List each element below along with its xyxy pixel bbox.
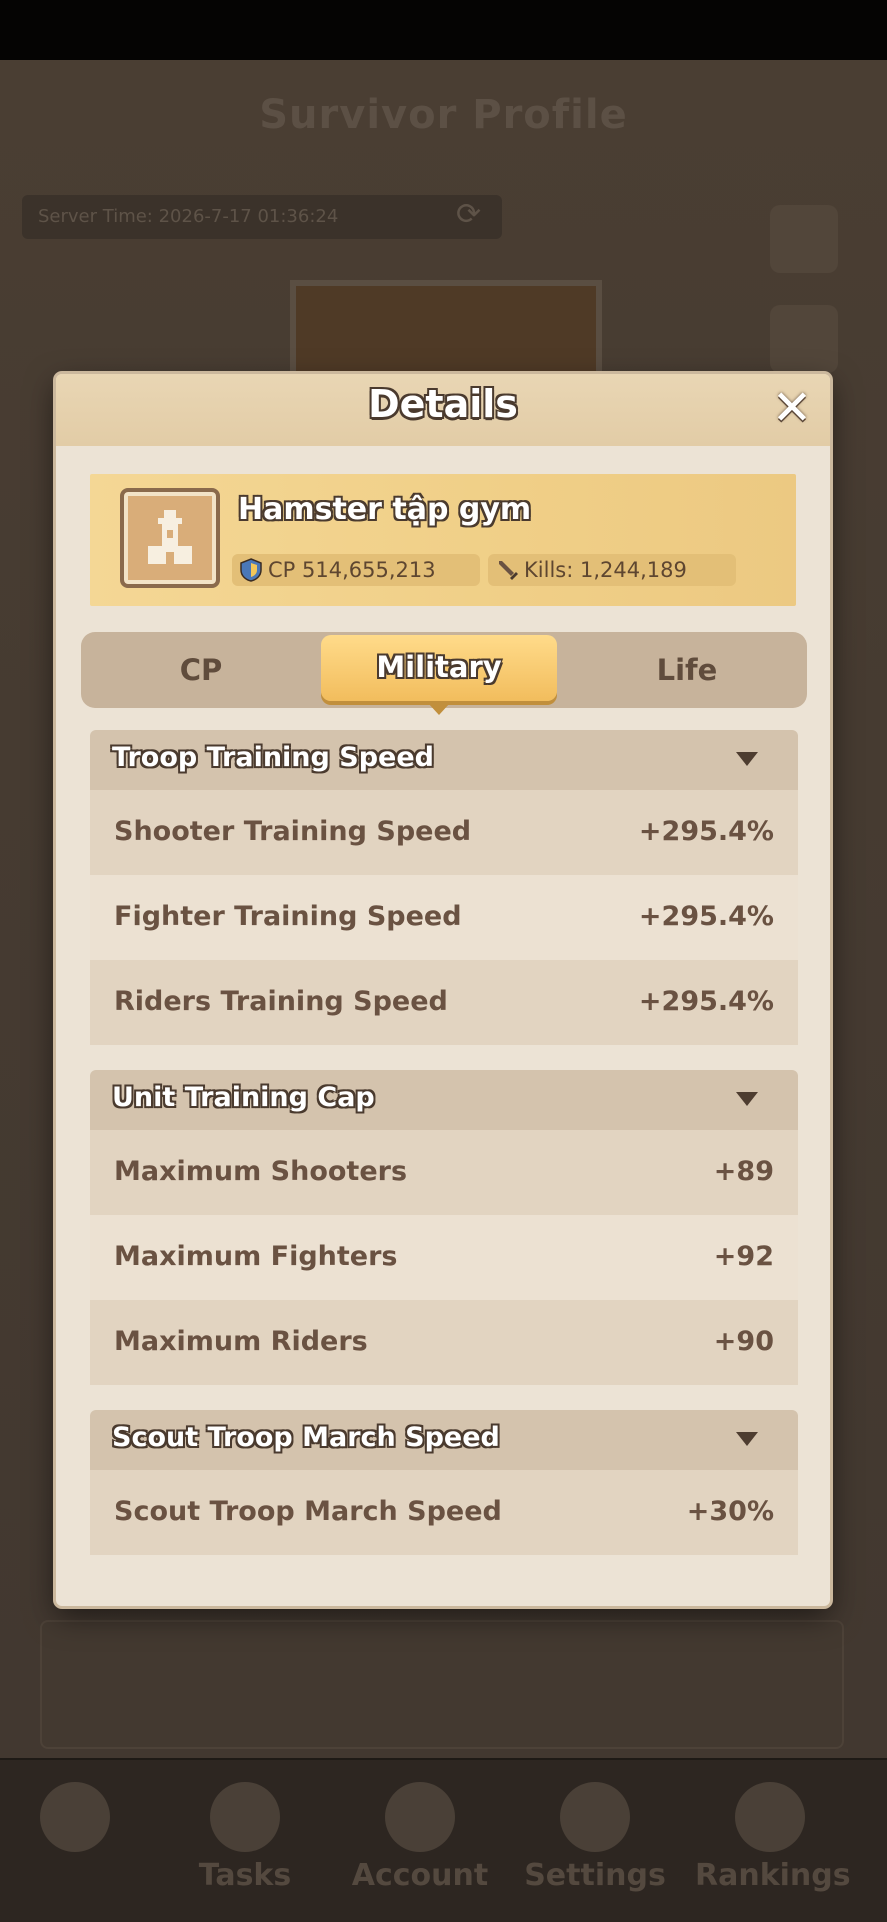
stat-label: Scout Troop March Speed [114,1496,502,1527]
nav-label: Tasks [198,1858,292,1893]
background-frame [290,280,602,376]
cp-value: CP 514,655,213 [268,558,436,582]
nav-settings: Settings [520,1772,670,1893]
chevron-down-icon [736,1432,758,1446]
dialog-header: Details ✕ [56,374,830,446]
section-title: Scout Troop March Speed [112,1422,500,1453]
stat-label: Maximum Shooters [114,1156,408,1187]
stat-label: Fighter Training Speed [114,901,462,932]
sword-icon [499,561,518,580]
nav-rankings: Rankings [695,1772,851,1893]
stat-row: Maximum Shooters +89 [90,1130,798,1215]
stat-label: Riders Training Speed [114,986,448,1017]
rankings-icon [735,1782,805,1852]
section-scout-troop-march-speed: Scout Troop March Speed Scout Troop Marc… [90,1410,798,1555]
stat-value: +295.4% [638,986,774,1017]
tab-military[interactable]: Military [321,635,557,715]
stat-value: +92 [713,1241,774,1272]
section-header[interactable]: Scout Troop March Speed [90,1410,798,1470]
dialog-title: Details [368,382,518,426]
section-header[interactable]: Unit Training Cap [90,1070,798,1130]
nav-label: Rankings [695,1858,851,1893]
nav-back [0,1772,150,1858]
tab-bar: CP Military Life [81,632,807,715]
side-button [770,205,838,273]
stat-row: Scout Troop March Speed +30% [90,1470,798,1555]
stat-row: Maximum Riders +90 [90,1300,798,1385]
back-icon [40,1782,110,1852]
stat-label: Shooter Training Speed [114,816,472,847]
refresh-icon: ⟳ [456,197,482,232]
settings-icon [560,1782,630,1852]
cp-stat: CP 514,655,213 [232,554,480,586]
stat-row: Shooter Training Speed +295.4% [90,790,798,875]
bottom-nav: Tasks Account Settings Rankings [0,1758,887,1922]
stat-row: Fighter Training Speed +295.4% [90,875,798,960]
background-panel [40,1620,844,1749]
player-card: Hamster tập gym CP 514,655,213 Kills: 1,… [90,474,796,606]
server-time: Server Time: 2026-7-17 01:36:24 [22,195,502,239]
details-dialog: Details ✕ Hamster tập gym CP 514,655,213 [56,374,830,1606]
nav-tasks: Tasks [170,1772,320,1893]
kills-stat: Kills: 1,244,189 [488,554,736,586]
section-title: Unit Training Cap [112,1082,375,1113]
stat-label: Maximum Fighters [114,1241,398,1272]
stat-value: +89 [713,1156,774,1187]
lighthouse-icon [148,510,192,564]
side-button [770,305,838,373]
tab-life[interactable]: Life [567,632,807,708]
player-name: Hamster tập gym [238,492,532,527]
stat-value: +30% [686,1496,774,1527]
kills-value: Kills: 1,244,189 [524,558,687,582]
status-bar [0,0,887,60]
tab-pointer-icon [428,703,450,715]
shield-icon [240,558,262,582]
stat-row: Riders Training Speed +295.4% [90,960,798,1045]
nav-label: Settings [524,1858,666,1893]
nav-account: Account [345,1772,495,1893]
stat-value: +90 [713,1326,774,1357]
stat-row: Maximum Fighters +92 [90,1215,798,1300]
chevron-down-icon [736,1092,758,1106]
background-page-title: Survivor Profile [259,92,628,138]
section-title: Troop Training Speed [112,742,434,773]
nav-label: Account [351,1858,489,1893]
section-troop-training-speed: Troop Training Speed Shooter Training Sp… [90,730,798,1045]
account-icon [385,1782,455,1852]
stat-value: +295.4% [638,901,774,932]
close-icon[interactable]: ✕ [768,384,816,434]
tab-military-label: Military [376,650,502,684]
tab-cp[interactable]: CP [81,632,321,708]
stat-value: +295.4% [638,816,774,847]
section-unit-training-cap: Unit Training Cap Maximum Shooters +89 M… [90,1070,798,1385]
avatar[interactable] [120,488,220,588]
tasks-icon [210,1782,280,1852]
stat-label: Maximum Riders [114,1326,368,1357]
chevron-down-icon [736,752,758,766]
section-header[interactable]: Troop Training Speed [90,730,798,790]
